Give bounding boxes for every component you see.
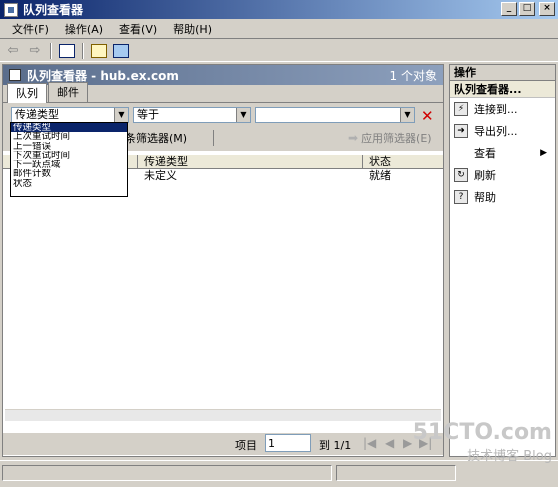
status-panel — [2, 465, 332, 481]
object-count: 1 个对象 — [389, 68, 437, 83]
help-icon[interactable] — [90, 42, 108, 60]
actions-subtitle[interactable]: 队列查看器... — [450, 81, 555, 98]
filter-field-select[interactable]: 传递类型 ▼ — [11, 107, 129, 123]
action-label: 导出列... — [474, 125, 518, 138]
menu-bar: 文件(F) 操作(A) 查看(V) 帮助(H) — [0, 20, 558, 39]
toolbar: ⇦ ⇨ — [0, 40, 558, 62]
dropdown-option[interactable]: 下一跃点域 — [11, 160, 127, 169]
first-page-icon[interactable]: |◀ — [363, 436, 376, 450]
chevron-right-icon: ▶ — [540, 148, 547, 158]
forward-icon[interactable]: ⇨ — [26, 42, 44, 60]
toolbar-separator — [50, 42, 52, 59]
pager: 项目 到 1/1 |◀ ◀ ▶ ▶| — [3, 433, 443, 455]
action-refresh[interactable]: ↻ 刷新 — [450, 164, 555, 186]
panel-title: 队列查看器 - hub.ex.com — [27, 68, 179, 83]
action-help[interactable]: ? 帮助 — [450, 186, 555, 208]
export-icon: ➜ — [454, 124, 468, 138]
dropdown-option[interactable]: 状态 — [11, 179, 127, 188]
cell-delivery-type: 未定义 — [144, 169, 177, 182]
queue-viewer-icon — [9, 69, 21, 81]
tab-bar: 队列 邮件 — [3, 82, 443, 103]
actions-pane: 操作 队列查看器... ⚡ 连接到... ➜ 导出列... 查看 ▶ ↻ 刷新 … — [449, 64, 556, 457]
action-label: 查看 — [474, 147, 496, 160]
watermark: 51CTO.com 技术博客 Blog — [413, 420, 552, 464]
connect-icon: ⚡ — [454, 102, 468, 116]
dropdown-option[interactable]: 上次重试时间 — [11, 132, 127, 141]
menu-action[interactable]: 操作(A) — [57, 21, 111, 37]
page-number-input[interactable] — [265, 434, 311, 452]
dropdown-option[interactable]: 邮件计数 — [11, 169, 127, 178]
action-connect[interactable]: ⚡ 连接到... — [450, 98, 555, 120]
dropdown-option[interactable]: 上一错误 — [11, 142, 127, 151]
create-filter-button[interactable]: 条筛选器(M) — [125, 130, 187, 148]
menu-help[interactable]: 帮助(H) — [165, 21, 220, 37]
maximize-button[interactable]: □ — [519, 2, 535, 16]
filter-operator-select[interactable]: 等于 ▼ — [133, 107, 251, 123]
minimize-button[interactable]: _ — [501, 2, 517, 16]
filter-value-select[interactable]: ▼ — [255, 107, 415, 123]
menu-file[interactable]: 文件(F) — [4, 21, 57, 37]
cell-status: 就绪 — [369, 169, 391, 182]
dropdown-option[interactable]: 传递类型 — [11, 123, 127, 133]
chevron-down-icon[interactable]: ▼ — [236, 108, 250, 122]
menu-view[interactable]: 查看(V) — [111, 21, 165, 37]
show-action-pane-icon[interactable] — [112, 42, 130, 60]
horizontal-scrollbar[interactable] — [5, 409, 441, 421]
watermark-logo: 51CTO.com — [412, 420, 552, 445]
tab-queues[interactable]: 队列 — [7, 83, 47, 103]
filter-field-dropdown-list: 传递类型 上次重试时间 上一错误 下次重试时间 下一跃点域 邮件计数 状态 — [10, 122, 128, 197]
apply-arrow-icon: ➡ — [348, 131, 359, 145]
actionbar-separator — [213, 130, 214, 146]
dropdown-option[interactable]: 下次重试时间 — [11, 151, 127, 160]
refresh-icon: ↻ — [454, 168, 468, 182]
window-titlebar: 队列查看器 _ □ × — [0, 0, 558, 19]
remove-filter-icon[interactable]: ✕ — [421, 107, 434, 125]
action-label: 刷新 — [474, 169, 496, 182]
status-bar — [0, 460, 558, 487]
status-panel — [336, 465, 456, 481]
help-icon: ? — [454, 190, 468, 204]
apply-filter-label: 应用筛选器(E) — [361, 132, 432, 145]
action-label: 连接到... — [474, 103, 518, 116]
prev-page-icon[interactable]: ◀ — [385, 436, 394, 450]
close-button[interactable]: × — [539, 2, 555, 16]
filter-field-value: 传递类型 — [15, 108, 59, 121]
apply-filter-button[interactable]: ➡ 应用筛选器(E) — [348, 130, 432, 146]
column-header-status[interactable]: 状态 — [363, 155, 441, 168]
chevron-down-icon[interactable]: ▼ — [114, 108, 128, 122]
window-title: 队列查看器 — [23, 3, 84, 17]
action-view[interactable]: 查看 ▶ — [450, 142, 555, 164]
column-header-delivery-type[interactable]: 传递类型 — [138, 155, 363, 168]
back-icon[interactable]: ⇦ — [4, 42, 22, 60]
chevron-down-icon[interactable]: ▼ — [400, 108, 414, 122]
app-icon — [4, 2, 18, 17]
tab-messages[interactable]: 邮件 — [48, 82, 88, 102]
show-hide-tree-icon[interactable] — [58, 42, 76, 60]
actions-title: 操作 — [450, 65, 555, 81]
action-label: 帮助 — [474, 191, 496, 204]
pager-of-label: 到 1/1 — [319, 439, 352, 452]
next-page-icon[interactable]: ▶ — [403, 436, 412, 450]
toolbar-separator — [82, 42, 84, 59]
watermark-caption: 技术博客 Blog — [467, 449, 552, 464]
action-export-list[interactable]: ➜ 导出列... — [450, 120, 555, 142]
pager-item-label: 项目 — [235, 439, 257, 452]
filter-operator-value: 等于 — [137, 108, 159, 121]
